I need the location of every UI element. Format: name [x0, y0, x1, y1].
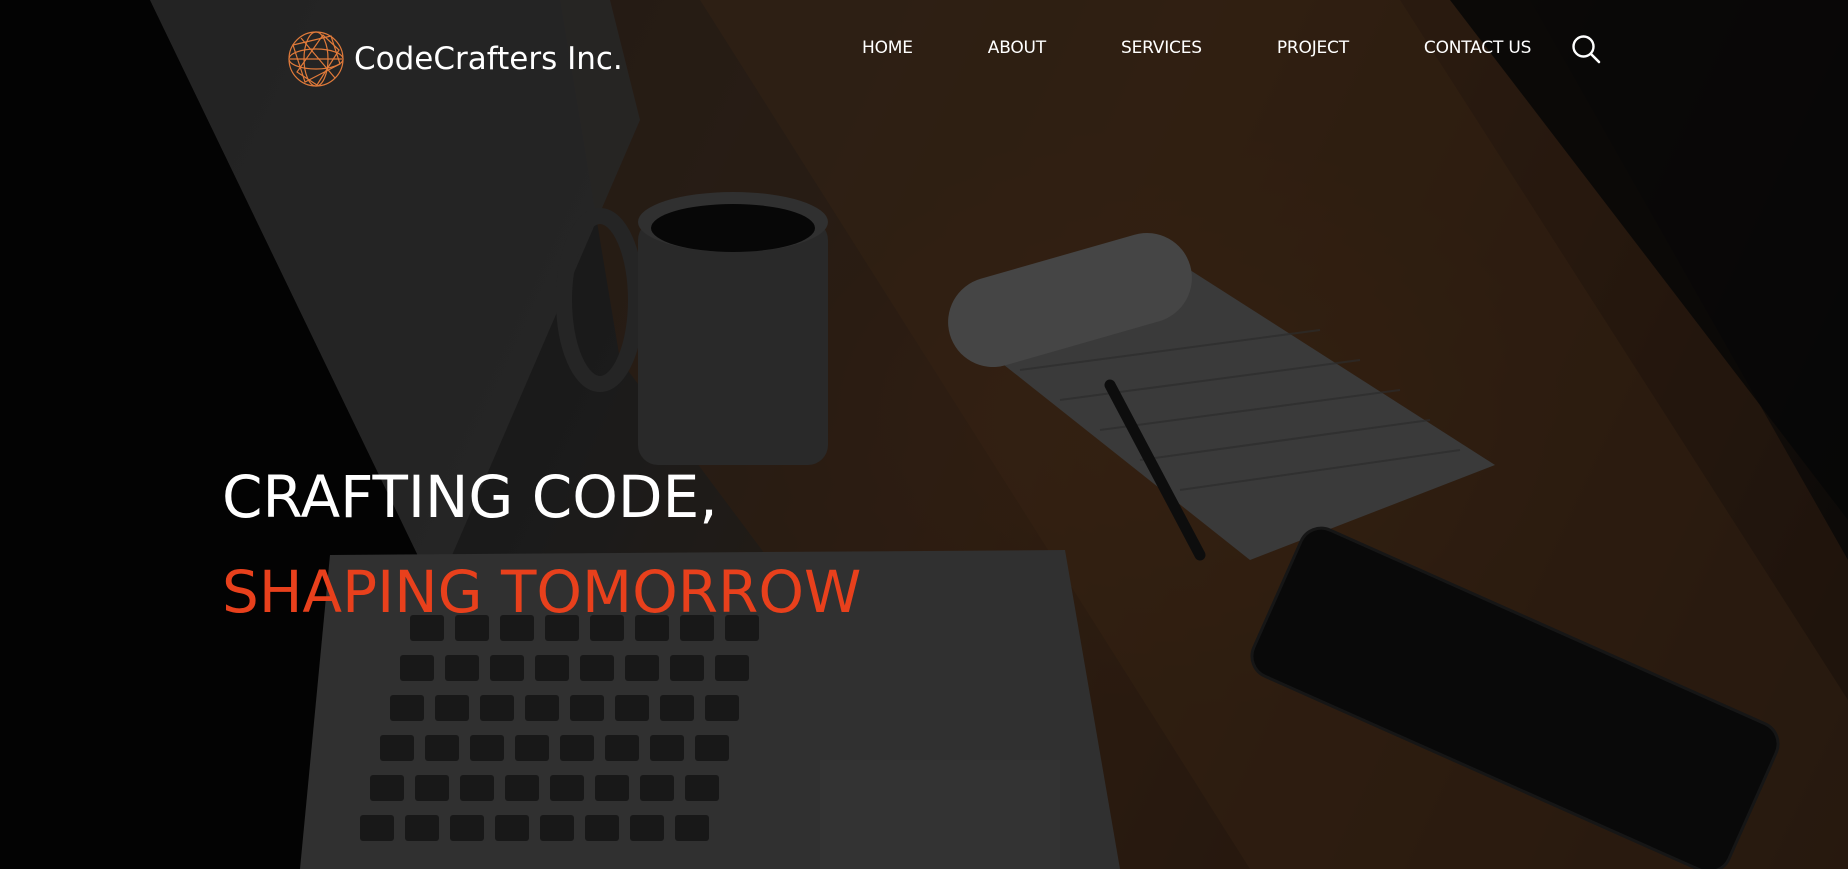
nav-services[interactable]: SERVICES	[1121, 38, 1202, 58]
site-header: CodeCrafters Inc. HOME ABOUT SERVICES PR…	[0, 0, 1848, 110]
dark-overlay	[0, 0, 1848, 869]
hero-headline: CRAFTING CODE, SHAPING TOMORROW	[222, 450, 861, 640]
brand-logo[interactable]: CodeCrafters Inc.	[287, 30, 623, 88]
brand-name: CodeCrafters Inc.	[354, 41, 623, 77]
nav-project[interactable]: PROJECT	[1277, 38, 1349, 58]
globe-wireframe-icon	[288, 31, 344, 87]
main-nav: HOME ABOUT SERVICES PROJECT CONTACT US	[862, 36, 1531, 60]
nav-about[interactable]: ABOUT	[988, 38, 1046, 58]
hero-headline-line2: SHAPING TOMORROW	[222, 558, 862, 626]
nav-home[interactable]: HOME	[862, 38, 913, 58]
nav-contact-us[interactable]: CONTACT US	[1424, 38, 1531, 58]
hero-headline-line1: CRAFTING CODE,	[222, 463, 718, 531]
search-icon[interactable]	[1571, 34, 1601, 64]
hero-section	[0, 0, 1848, 869]
